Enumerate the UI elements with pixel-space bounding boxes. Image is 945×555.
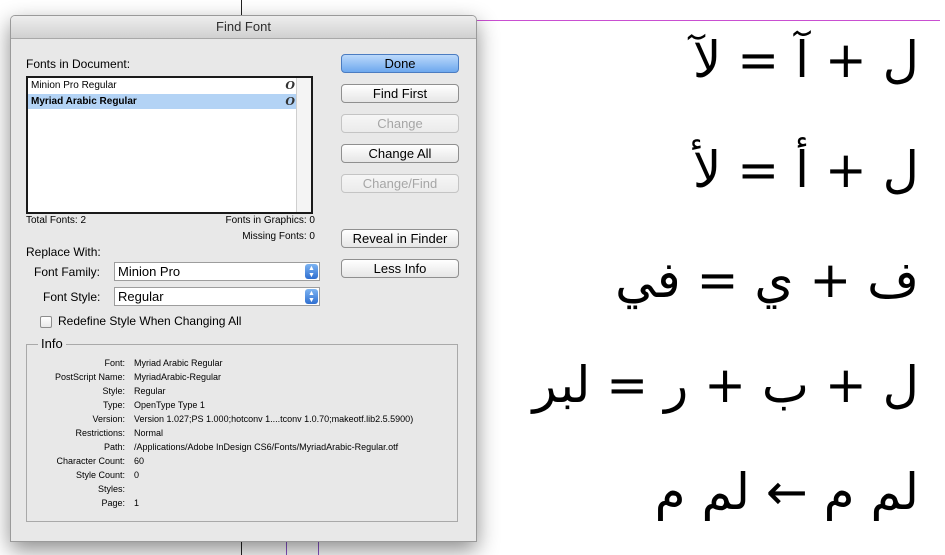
list-item[interactable]: Myriad Arabic Regular O [28,94,297,109]
stepper-arrows-icon: ▲ ▼ [305,264,318,279]
dialog-title[interactable]: Find Font [11,16,476,39]
info-value: 60 [134,456,145,466]
list-scrollbar[interactable] [296,78,311,212]
info-key: Type: [102,400,125,410]
info-key: Font: [104,358,125,368]
info-value: 0 [134,470,140,480]
info-value: /Applications/Adobe InDesign CS6/Fonts/M… [134,442,399,452]
font-name: Minion Pro Regular [31,80,117,91]
info-key: Character Count: [56,456,125,466]
page-edge [475,20,940,21]
find-font-dialog: Find Font Fonts in Document: Minion Pro … [10,15,477,542]
fonts-list[interactable]: Minion Pro Regular O Myriad Arabic Regul… [26,76,313,214]
fonts-in-graphics: Fonts in Graphics: 0 [225,215,315,226]
info-value: Myriad Arabic Regular [134,358,223,368]
font-family-label: Font Family: [34,265,101,279]
reveal-in-finder-button[interactable]: Reveal in Finder [341,229,459,248]
opentype-icon: O [285,95,295,108]
find-first-button[interactable]: Find First [341,84,459,103]
font-style-value: Regular [118,289,164,304]
info-key: Path: [103,442,125,452]
redefine-style-label[interactable]: Redefine Style When Changing All [58,314,241,328]
info-key: Page: [101,498,125,508]
info-value: OpenType Type 1 [134,400,205,410]
info-value: Regular [134,386,166,396]
replace-with-label: Replace With: [26,245,101,259]
fonts-in-document-label: Fonts in Document: [26,57,131,71]
less-info-button[interactable]: Less Info [341,259,459,278]
info-value: Version 1.027;PS 1.000;hotconv 1....tcon… [134,414,414,424]
info-value: MyriadArabic-Regular [134,372,222,382]
total-fonts: Total Fonts: 2 [26,215,87,226]
text-line[interactable]: ل + آ = لآ [693,30,919,90]
font-family-value: Minion Pro [118,264,181,279]
change-button[interactable]: Change [341,114,459,133]
change-find-button[interactable]: Change/Find [341,174,459,193]
font-family-select[interactable]: Minion Pro ▲ ▼ [114,262,320,281]
info-key: Style: [102,386,125,396]
opentype-icon: O [285,79,295,92]
text-line[interactable]: لم م ← لم م [655,462,919,522]
text-line[interactable]: ف + ي = في [615,250,919,310]
info-key: Restrictions: [75,428,125,438]
text-line[interactable]: ل + ب + ر = لبر [533,355,920,415]
info-value: 1 [134,498,140,508]
missing-fonts: Missing Fonts: 0 [242,231,315,242]
info-key: Styles: [97,484,125,494]
info-key: Style Count: [75,470,125,480]
font-style-label: Font Style: [43,290,101,304]
info-key: Version: [92,414,125,424]
done-button[interactable]: Done [341,54,459,73]
font-style-select[interactable]: Regular ▲ ▼ [114,287,320,306]
info-key: PostScript Name: [54,372,125,382]
list-item[interactable]: Minion Pro Regular O [28,78,297,93]
info-value: Normal [134,428,164,438]
text-line[interactable]: ل + أ = لأ [693,140,919,200]
font-name: Myriad Arabic Regular [31,96,137,107]
redefine-style-checkbox[interactable] [40,316,52,328]
stepper-arrows-icon: ▲ ▼ [305,289,318,304]
info-title: Info [38,336,66,351]
change-all-button[interactable]: Change All [341,144,459,163]
